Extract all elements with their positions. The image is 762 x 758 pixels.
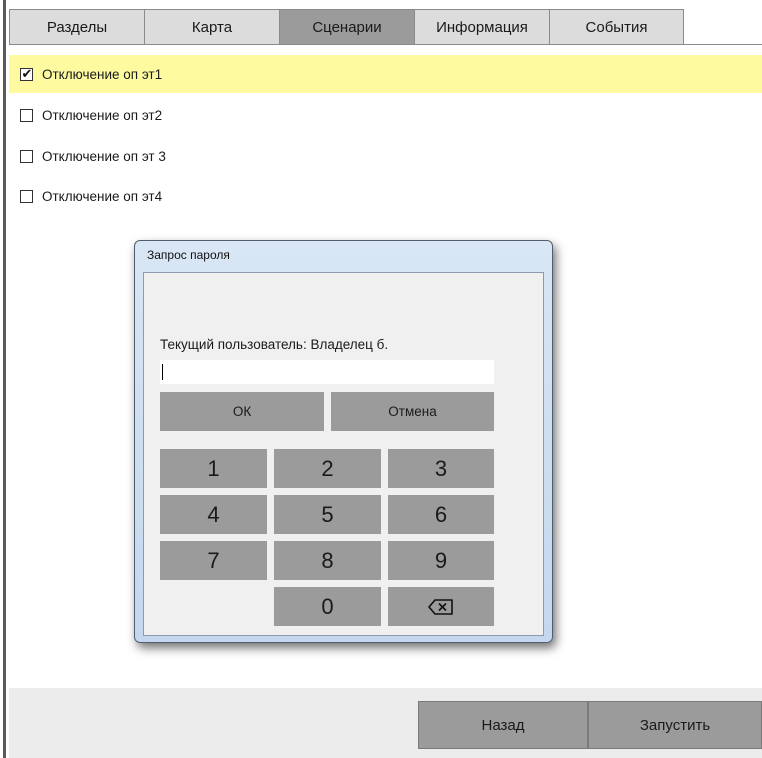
scenario-label: Отключение оп эт4 <box>42 188 163 204</box>
ok-button[interactable]: ОК <box>160 392 324 431</box>
keypad-key-4[interactable]: 4 <box>160 495 267 534</box>
current-user-label: Текущий пользователь: Владелец б. <box>160 337 389 352</box>
password-input[interactable] <box>160 360 494 384</box>
scenario-item[interactable]: ✔ Отключение оп эт1 <box>9 55 762 93</box>
run-button[interactable]: Запустить <box>588 701 762 749</box>
scenario-label: Отключение оп эт2 <box>42 107 163 123</box>
keypad-key-7[interactable]: 7 <box>160 541 267 580</box>
keypad-key-6[interactable]: 6 <box>388 495 494 534</box>
tab-information[interactable]: Информация <box>414 9 549 45</box>
back-button[interactable]: Назад <box>418 701 588 749</box>
scenario-item[interactable]: Отключение оп эт2 <box>9 96 762 134</box>
scenario-label: Отключение оп эт 3 <box>42 148 166 164</box>
keypad-key-9[interactable]: 9 <box>388 541 494 580</box>
tab-scenarios[interactable]: Сценарии <box>279 9 414 45</box>
scenario-checkbox[interactable] <box>20 108 33 122</box>
dialog-body: Текущий пользователь: Владелец б. ОК Отм… <box>143 272 544 636</box>
tab-sections[interactable]: Разделы <box>9 9 144 45</box>
scenario-item[interactable]: Отключение оп эт4 <box>9 177 762 215</box>
tabs-divider <box>9 44 762 45</box>
backspace-icon <box>428 598 453 615</box>
keypad-key-8[interactable]: 8 <box>274 541 381 580</box>
keypad-key-3[interactable]: 3 <box>388 449 494 488</box>
scenario-item[interactable]: Отключение оп эт 3 <box>9 137 762 175</box>
checkmark-icon: ✔ <box>21 65 33 81</box>
scenario-label: Отключение оп эт1 <box>42 66 163 82</box>
keypad-key-2[interactable]: 2 <box>274 449 381 488</box>
scenario-checkbox[interactable]: ✔ <box>20 65 33 81</box>
tab-events[interactable]: События <box>549 9 684 45</box>
scenario-checkbox[interactable] <box>20 149 33 163</box>
left-edge <box>0 0 6 758</box>
keypad-key-1[interactable]: 1 <box>160 449 267 488</box>
keypad-key-0[interactable]: 0 <box>274 587 381 626</box>
cancel-button[interactable]: Отмена <box>331 392 494 431</box>
keypad-key-5[interactable]: 5 <box>274 495 381 534</box>
text-caret <box>162 364 163 380</box>
dialog-title: Запрос пароля <box>147 248 230 262</box>
password-dialog: Запрос пароля Текущий пользователь: Влад… <box>134 240 553 643</box>
tab-map[interactable]: Карта <box>144 9 279 45</box>
backspace-button[interactable] <box>388 587 494 626</box>
tab-bar: Разделы Карта Сценарии Информация Событи… <box>9 9 684 45</box>
scenario-checkbox[interactable] <box>20 189 33 203</box>
